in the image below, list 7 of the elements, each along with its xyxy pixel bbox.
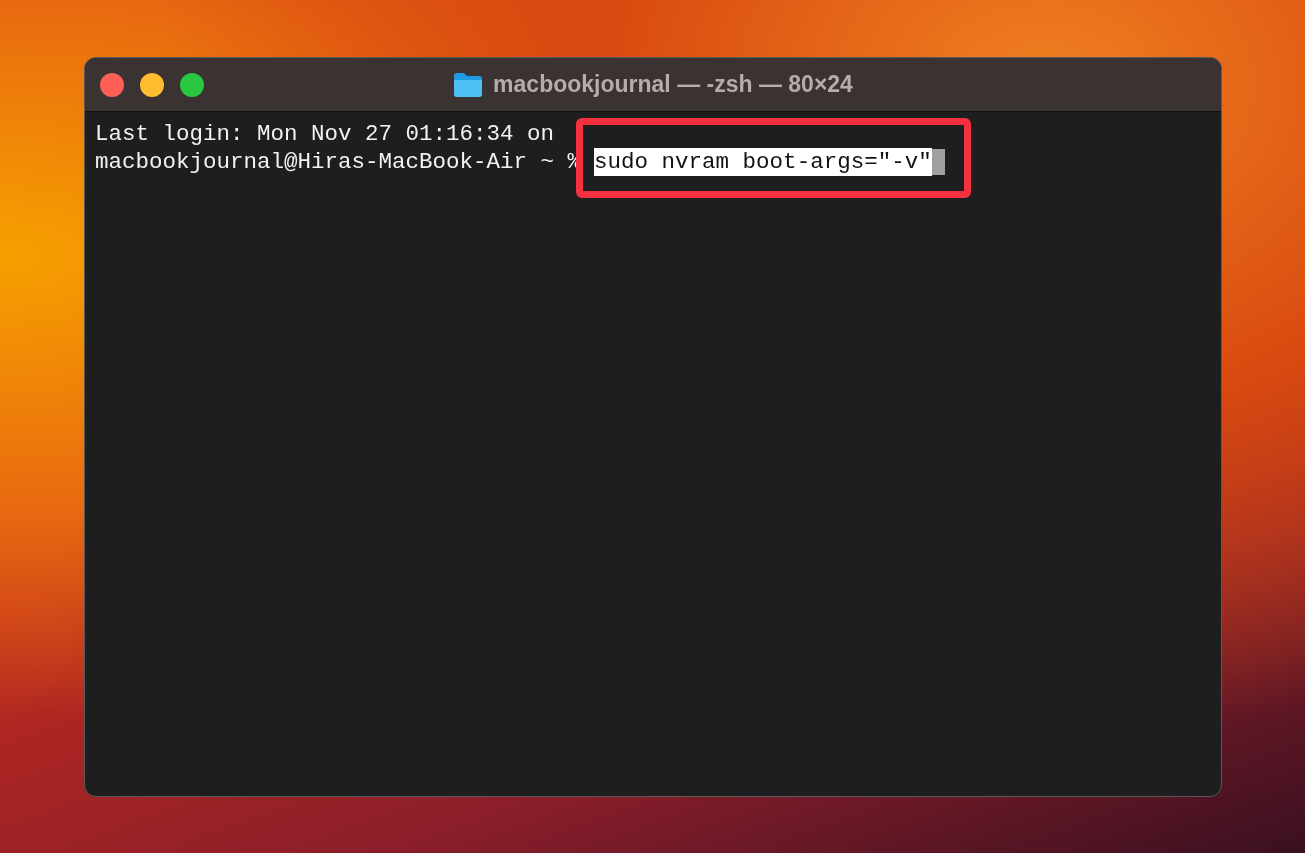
zoom-button[interactable]	[180, 72, 204, 97]
close-button[interactable]	[100, 72, 124, 97]
login-text: Last login: Mon Nov 27 01:16:34 on	[95, 120, 555, 148]
command-text: sudo nvram boot-args="-v"	[594, 148, 932, 176]
window-title: macbookjournal — -zsh — 80×24	[493, 71, 853, 98]
folder-icon	[453, 71, 484, 98]
minimize-button[interactable]	[140, 72, 164, 97]
